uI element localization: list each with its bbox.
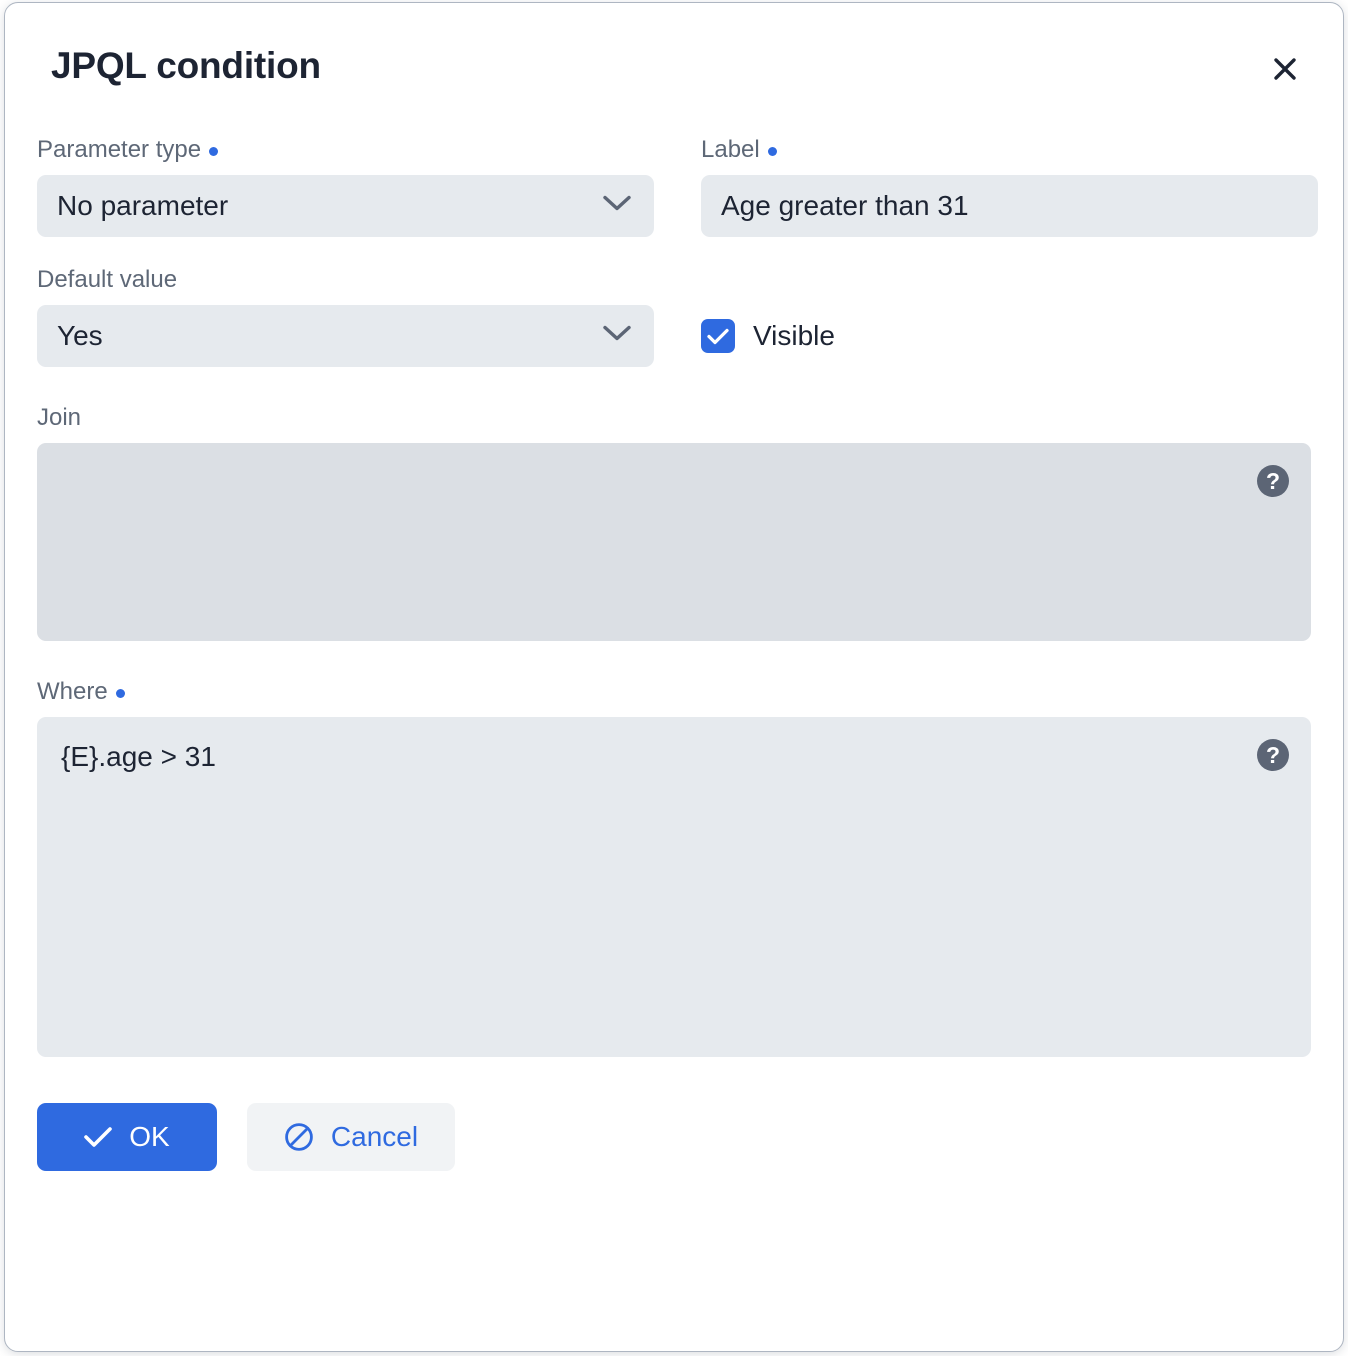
help-icon[interactable]: ? <box>1257 739 1289 771</box>
label-input-value: Age greater than 31 <box>721 190 969 221</box>
where-label-text: Where <box>37 678 108 705</box>
join-textarea[interactable]: ? <box>37 443 1311 641</box>
help-icon[interactable]: ? <box>1257 465 1289 497</box>
visible-spacer-label <box>701 265 1318 295</box>
close-icon[interactable] <box>1267 51 1303 87</box>
visible-checkbox[interactable]: Visible <box>701 305 1318 367</box>
parameter-type-field: Parameter type No parameter <box>37 135 654 237</box>
checkbox-checked-icon <box>701 319 735 353</box>
ok-button-label: OK <box>129 1121 170 1152</box>
dialog-body: Parameter type No parameter Label Age gr… <box>5 135 1343 1211</box>
where-textarea-value: {E}.age > 31 <box>61 741 216 772</box>
default-value-label: Default value <box>37 265 654 295</box>
parameter-type-label: Parameter type <box>37 135 654 165</box>
parameter-type-label-text: Parameter type <box>37 136 202 163</box>
join-field: Join ? <box>37 403 1311 641</box>
form-row-1: Parameter type No parameter Label Age gr… <box>37 135 1318 237</box>
check-icon <box>84 1126 113 1148</box>
parameter-type-value: No parameter <box>57 190 229 221</box>
jpql-condition-dialog: JPQL condition Parameter type No paramet… <box>4 2 1344 1352</box>
chevron-down-icon <box>602 195 632 218</box>
ok-button[interactable]: OK <box>37 1103 217 1171</box>
ban-icon <box>284 1122 314 1152</box>
default-value-value: Yes <box>57 320 103 351</box>
chevron-down-icon <box>602 325 632 348</box>
required-dot-icon <box>767 146 777 156</box>
required-dot-icon <box>209 146 219 156</box>
label-field-label-text: Label <box>701 136 760 163</box>
join-label: Join <box>37 403 1311 433</box>
where-textarea[interactable]: {E}.age > 31 ? <box>37 717 1311 1057</box>
dialog-header: JPQL condition <box>5 3 1343 135</box>
parameter-type-select[interactable]: No parameter <box>37 175 654 237</box>
page-title: JPQL condition <box>51 45 321 86</box>
label-field: Label Age greater than 31 <box>701 135 1318 237</box>
default-value-select[interactable]: Yes <box>37 305 654 367</box>
visible-checkbox-label: Visible <box>753 320 835 351</box>
required-dot-icon <box>115 688 125 698</box>
dialog-footer: OK Cancel <box>37 1103 1311 1211</box>
default-value-label-text: Default value <box>37 266 178 293</box>
cancel-button[interactable]: Cancel <box>247 1103 455 1171</box>
where-field: Where {E}.age > 31 ? <box>37 677 1311 1057</box>
visible-field: Visible <box>701 265 1318 367</box>
cancel-button-label: Cancel <box>330 1121 419 1152</box>
join-label-text: Join <box>37 404 82 431</box>
label-input[interactable]: Age greater than 31 <box>701 175 1318 237</box>
where-label: Where <box>37 677 1311 707</box>
label-field-label: Label <box>701 135 1318 165</box>
form-row-2: Default value Yes Visible <box>37 265 1311 367</box>
default-value-field: Default value Yes <box>37 265 654 367</box>
